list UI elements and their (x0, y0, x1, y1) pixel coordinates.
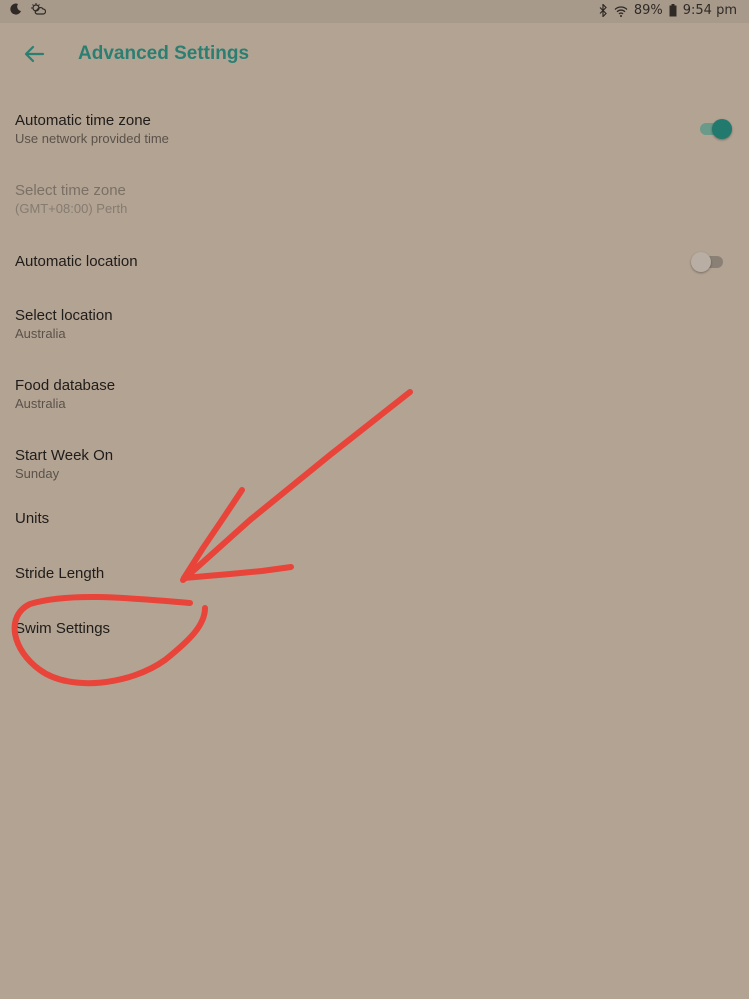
status-bar: 89% 9:54 pm (0, 0, 749, 23)
setting-label: Units (15, 510, 50, 527)
setting-units[interactable]: Units (0, 500, 749, 540)
setting-sublabel: Australia (15, 396, 66, 411)
setting-sublabel: Sunday (15, 466, 60, 481)
wifi-icon (614, 5, 628, 17)
setting-start-week-on[interactable]: Start Week On Sunday (0, 435, 749, 497)
setting-label: Food database (15, 377, 116, 394)
toggle-thumb (691, 252, 711, 272)
page-title: Advanced Settings (78, 43, 250, 64)
setting-label: Stride Length (15, 565, 105, 582)
bluetooth-icon (599, 4, 608, 17)
setting-sublabel: (GMT+08:00) Perth (15, 201, 128, 216)
setting-select-time-zone: Select time zone (GMT+08:00) Perth (0, 170, 749, 232)
setting-swim-settings[interactable]: Swim Settings (0, 610, 749, 650)
app-bar: Advanced Settings (0, 23, 749, 87)
setting-sublabel: Australia (15, 326, 66, 341)
setting-label: Select location (15, 307, 113, 324)
back-arrow-icon[interactable] (22, 41, 48, 67)
status-right-icons: 89% 9:54 pm (599, 3, 737, 18)
setting-automatic-location[interactable]: Automatic location (0, 240, 749, 284)
setting-label: Automatic time zone (15, 112, 151, 129)
setting-label: Start Week On (15, 447, 114, 464)
setting-label: Swim Settings (15, 620, 111, 637)
clock: 9:54 pm (682, 3, 737, 18)
setting-stride-length[interactable]: Stride Length (0, 555, 749, 595)
setting-food-database[interactable]: Food database Australia (0, 365, 749, 427)
moon-icon (10, 3, 22, 15)
setting-sublabel: Use network provided time (15, 131, 169, 146)
weather-icon (30, 3, 46, 15)
status-left-icons (10, 3, 46, 15)
setting-select-location[interactable]: Select location Australia (0, 295, 749, 357)
toggle-thumb (712, 119, 732, 139)
battery-icon (669, 4, 677, 17)
setting-label: Select time zone (15, 182, 126, 199)
setting-automatic-time-zone[interactable]: Automatic time zone Use network provided… (0, 100, 749, 162)
setting-label: Automatic location (15, 253, 138, 270)
battery-percent: 89% (633, 3, 663, 18)
